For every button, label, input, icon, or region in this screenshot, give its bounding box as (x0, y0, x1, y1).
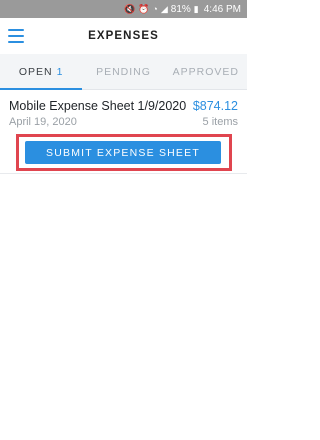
tab-approved-label: APPROVED (172, 65, 239, 78)
expense-list: Mobile Expense Sheet 1/9/2020 $874.12 Ap… (0, 90, 247, 174)
page-title: EXPENSES (88, 30, 159, 42)
expense-sheet-amount: $874.12 (192, 99, 238, 113)
tab-open[interactable]: OPEN 1 (0, 54, 83, 90)
tab-approved[interactable]: APPROVED (165, 54, 247, 89)
hamburger-menu-icon[interactable] (8, 28, 26, 44)
status-time: 4:46 PM (203, 3, 241, 15)
expense-sheet-item[interactable]: Mobile Expense Sheet 1/9/2020 $874.12 Ap… (0, 90, 247, 174)
app-bar: EXPENSES (0, 18, 247, 54)
mute-icon: 🔇 (123, 3, 136, 14)
tab-open-label: OPEN (18, 65, 53, 78)
signal-icon: ◢ (160, 3, 168, 14)
expense-sheet-date: April 19, 2020 (9, 116, 77, 128)
battery-percentage: 81% (170, 3, 191, 15)
status-bar: 🔇 ⏰ ◔ ◢ 81% ▮ 4:46 PM (0, 0, 247, 18)
tab-bar: OPEN 1 PENDING APPROVED (0, 54, 247, 90)
expense-sheet-title: Mobile Expense Sheet 1/9/2020 (9, 99, 187, 113)
tab-pending-label: PENDING (96, 65, 151, 78)
expense-sheet-item-count: 5 items (202, 116, 238, 128)
tab-pending[interactable]: PENDING (82, 54, 164, 89)
tab-open-count: 1 (56, 65, 64, 78)
battery-icon: ▮ (193, 3, 199, 14)
alarm-icon: ⏰ (138, 3, 150, 14)
submit-expense-sheet-button[interactable]: SUBMIT EXPENSE SHEET (25, 141, 221, 164)
wifi-icon: ◔ (152, 3, 158, 14)
